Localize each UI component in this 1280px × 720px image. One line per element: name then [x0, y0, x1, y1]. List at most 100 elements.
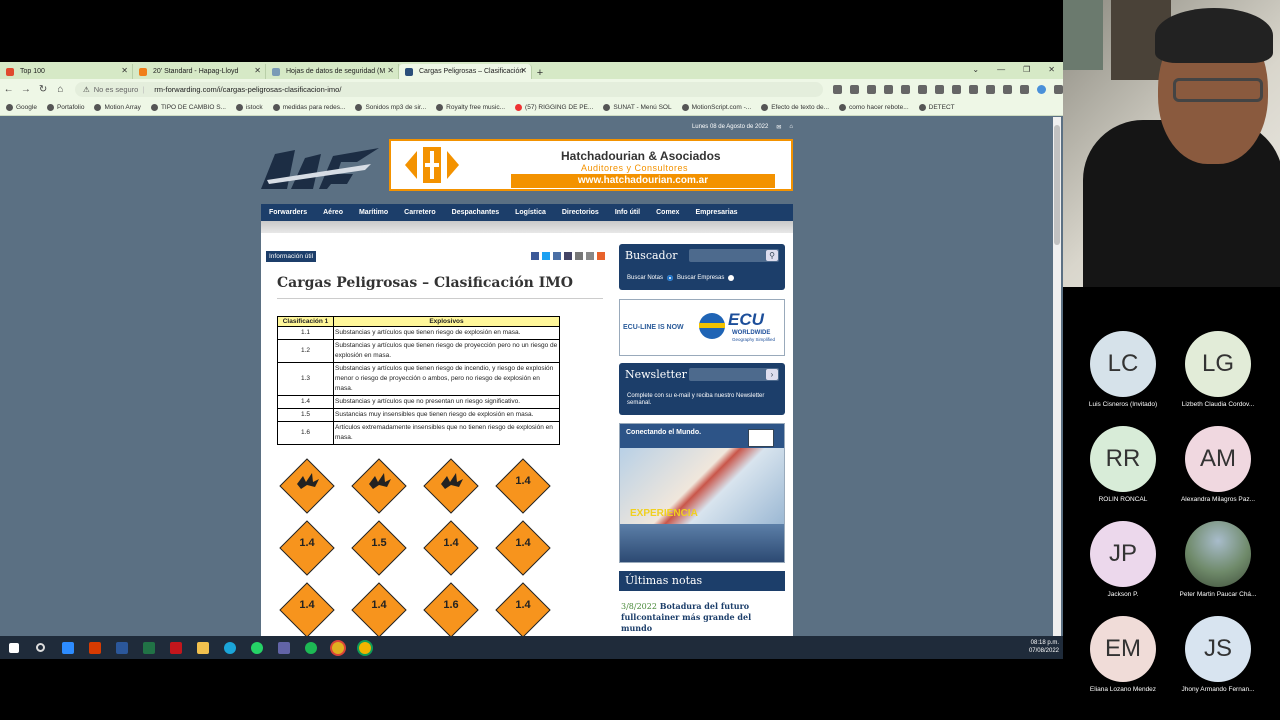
close-tab-icon[interactable]: ✕	[254, 66, 261, 75]
tab-hojas-de-datos[interactable]: Hojas de datos de seguridad (M ✕	[266, 64, 399, 79]
home-site-icon[interactable]: ⌂	[789, 124, 793, 131]
bookmark-item[interactable]: Royalty free music...	[436, 103, 505, 111]
nav-carretero[interactable]: Carretero	[396, 204, 444, 221]
latest-note-item[interactable]: 3/8/2022 Botadura del futuro fullcontain…	[621, 601, 781, 634]
nav-info-util[interactable]: Info útil	[607, 204, 648, 221]
scrollbar-thumb[interactable]	[1054, 125, 1060, 245]
bookmark-item[interactable]: como hacer rebote...	[839, 103, 909, 111]
nav-maritimo[interactable]: Marítimo	[351, 204, 396, 221]
word-app-icon[interactable]	[108, 636, 135, 659]
close-window-icon[interactable]: ✕	[1048, 65, 1055, 74]
nav-comex[interactable]: Comex	[648, 204, 687, 221]
plus-share-icon[interactable]	[597, 252, 605, 260]
participant-tile[interactable]: EM Eliana Lozano Mendez	[1069, 604, 1177, 699]
extension-icon[interactable]	[883, 84, 893, 94]
close-tab-icon[interactable]: ✕	[520, 66, 527, 75]
facebook-icon[interactable]	[531, 252, 539, 260]
file-explorer-icon[interactable]	[189, 636, 216, 659]
page-scrollbar[interactable]	[1053, 117, 1061, 636]
teams-app-icon[interactable]	[270, 636, 297, 659]
nav-forwarders[interactable]: Forwarders	[261, 204, 315, 221]
tab-hapag-lloyd[interactable]: 20' Standard - Hapag-Lloyd ✕	[133, 64, 266, 79]
submit-arrow-icon[interactable]: ›	[766, 369, 778, 380]
puzzle-icon[interactable]	[1002, 84, 1012, 94]
chrome-active-app-icon[interactable]	[351, 636, 378, 659]
extension-icon[interactable]	[968, 84, 978, 94]
nav-logistica[interactable]: Logística	[507, 204, 554, 221]
bookmark-item[interactable]: medidas para redes...	[272, 103, 345, 111]
search-taskbar-icon[interactable]	[27, 636, 54, 659]
category-tag[interactable]: Información útil	[266, 251, 317, 262]
close-tab-icon[interactable]: ✕	[387, 66, 394, 75]
extension-icon[interactable]	[866, 84, 876, 94]
new-tab-icon[interactable]: +	[532, 67, 548, 79]
tab-search-icon[interactable]: ⌄	[972, 65, 979, 74]
close-tab-icon[interactable]: ✕	[121, 66, 128, 75]
office-app-icon[interactable]	[81, 636, 108, 659]
reload-icon[interactable]: ↻	[35, 84, 52, 95]
newsletter-email-input[interactable]: ›	[689, 368, 779, 381]
presenter-video[interactable]	[1063, 0, 1280, 287]
radio-empresas[interactable]	[728, 275, 735, 281]
extension-icon[interactable]	[985, 84, 995, 94]
twitter-icon[interactable]	[542, 252, 550, 260]
address-input[interactable]: ⚠ No es seguro | rm-forwarding.com/i/car…	[75, 81, 823, 97]
back-icon[interactable]: ←	[0, 84, 17, 95]
nav-empresarias[interactable]: Empresarias	[687, 204, 745, 221]
advertisement-banner[interactable]: Hatchadourian & Asociados Auditores y Co…	[389, 139, 793, 191]
menu-icon[interactable]	[1053, 84, 1063, 94]
participant-tile[interactable]: Peter Martin Paucar Chá...	[1164, 509, 1272, 604]
restore-icon[interactable]: ❐	[1023, 65, 1030, 74]
participant-tile[interactable]: JP Jackson P.	[1069, 509, 1177, 604]
extension-icon[interactable]	[917, 84, 927, 94]
bookmark-item[interactable]: TIPO DE CAMBIO S...	[150, 103, 226, 111]
nav-directorios[interactable]: Directorios	[554, 204, 607, 221]
start-icon[interactable]	[0, 636, 27, 659]
participant-tile[interactable]: LC Luis Cisneros (Invitado)	[1069, 319, 1177, 414]
tab-cargas-peligrosas[interactable]: Cargas Peligrosas – Clasificación ✕	[399, 64, 532, 79]
bookmark-item[interactable]: (57) RIGGING DE PE...	[515, 103, 593, 111]
chrome-app-icon[interactable]	[324, 636, 351, 659]
bookmark-item[interactable]: SUNAT - Menú SOL	[603, 103, 672, 111]
email-share-icon[interactable]	[575, 252, 583, 260]
print-icon[interactable]	[586, 252, 594, 260]
whatsapp-app-icon[interactable]	[243, 636, 270, 659]
share-icon[interactable]	[832, 84, 842, 94]
minimize-icon[interactable]: —	[997, 65, 1005, 74]
participant-tile[interactable]: LG Lizbeth Claudia Cordov...	[1164, 319, 1272, 414]
search-input[interactable]: ⚲	[689, 249, 779, 262]
acrobat-app-icon[interactable]	[162, 636, 189, 659]
participant-tile[interactable]: JS Jhony Armando Fernan...	[1164, 604, 1272, 699]
extension-icon[interactable]	[951, 84, 961, 94]
spotify-app-icon[interactable]	[297, 636, 324, 659]
tab-top-100[interactable]: Top 100 ✕	[0, 64, 133, 79]
home-icon[interactable]: ⌂	[52, 84, 69, 95]
bookmark-item[interactable]: Sonidos mp3 de sir...	[355, 103, 426, 111]
bookmark-item[interactable]: Portafolio	[46, 103, 84, 111]
ecu-worldwide-ad[interactable]: ECU-LINE IS NOW ECU WORLDWIDE Geography …	[619, 299, 785, 356]
bookmark-item[interactable]: MotionScript.com -...	[681, 103, 751, 111]
profile-icon[interactable]	[1036, 84, 1046, 94]
forward-icon[interactable]: →	[17, 84, 34, 95]
bookmark-item[interactable]: Motion Array	[94, 103, 141, 111]
system-clock[interactable]: 08:18 p.m. 07/08/2022	[1029, 639, 1059, 655]
nav-aereo[interactable]: Aéreo	[315, 204, 351, 221]
search-icon[interactable]: ⚲	[766, 250, 778, 261]
edge-app-icon[interactable]	[216, 636, 243, 659]
extension-icon[interactable]	[934, 84, 944, 94]
excel-app-icon[interactable]	[135, 636, 162, 659]
google-icon[interactable]	[553, 252, 561, 260]
mail-icon[interactable]: ✉	[776, 124, 781, 131]
zoom-app-icon[interactable]	[54, 636, 81, 659]
participant-tile[interactable]: RR ROLIN RONCAL	[1069, 414, 1177, 509]
sidebar-icon[interactable]	[1019, 84, 1029, 94]
bookmark-item[interactable]: Efecto de texto de...	[761, 103, 829, 111]
participant-tile[interactable]: AM Alexandra Milagros Paz...	[1164, 414, 1272, 509]
linkedin-icon[interactable]	[564, 252, 572, 260]
nav-despachantes[interactable]: Despachantes	[444, 204, 507, 221]
radio-notas[interactable]	[667, 275, 674, 281]
bookmark-star-icon[interactable]	[849, 84, 859, 94]
extension-icon[interactable]	[900, 84, 910, 94]
bookmark-item[interactable]: DETECT	[918, 103, 955, 111]
bookmark-item[interactable]: Google	[6, 103, 37, 111]
